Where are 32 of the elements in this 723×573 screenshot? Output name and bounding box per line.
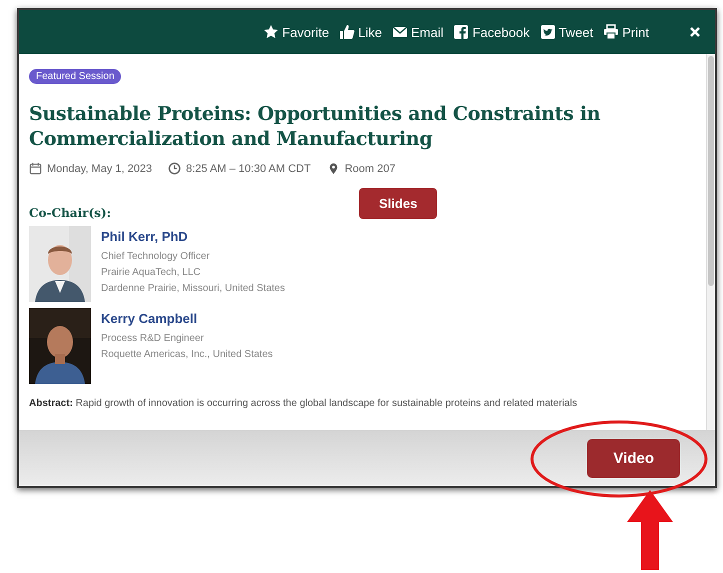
thumbs-up-icon (339, 24, 356, 40)
section-heading: Co-Chair(s): (29, 206, 112, 220)
twitter-icon (540, 24, 556, 40)
toolbar-button[interactable]: Tweet (540, 24, 594, 40)
featured-badge: Featured Session (29, 69, 122, 84)
toolbar-button[interactable]: Like (339, 24, 382, 40)
clock-icon (168, 162, 181, 175)
scrollbar[interactable] (706, 54, 715, 430)
star-icon (263, 24, 280, 40)
toolbar-button[interactable]: Email (392, 24, 444, 40)
toolbar-button[interactable]: Favorite (263, 24, 330, 40)
person-detail: Prairie AquaTech, LLC (101, 267, 202, 278)
session-room: Room 207 (344, 162, 396, 174)
slides-button[interactable]: Slides (359, 188, 438, 219)
person-name[interactable]: Kerry Campbell (101, 311, 273, 326)
person-detail: Roquette Americas, Inc., United States (101, 349, 273, 360)
facebook-icon (453, 24, 470, 40)
session-date: Monday, May 1, 2023 (47, 162, 152, 174)
toolbar-button[interactable]: Print (603, 24, 649, 40)
mail-icon (392, 24, 408, 40)
video-button[interactable]: Video (587, 438, 680, 478)
toolbar-button[interactable]: Facebook (453, 24, 530, 40)
abstract-text: Abstract: Rapid growth of innovation is occurring across the global landscape for sustainable proteins and related materials (29, 398, 578, 409)
printer-icon (603, 24, 620, 40)
session-time: 8:25 AM – 10:30 AM CDT (186, 162, 311, 174)
person-detail: Chief Technology Officer (101, 251, 211, 262)
calendar-icon (29, 162, 42, 175)
person-detail: Process R&D Engineer (101, 333, 205, 344)
person-name[interactable]: Phil Kerr, PhD (101, 229, 285, 244)
person-detail: Dardenne Prairie, Missouri, United States (101, 283, 285, 294)
close-icon[interactable] (689, 26, 701, 38)
session-title: Sustainable Proteins: Opportunities and Constraints in Commercialization and Manufacturing (29, 102, 602, 152)
